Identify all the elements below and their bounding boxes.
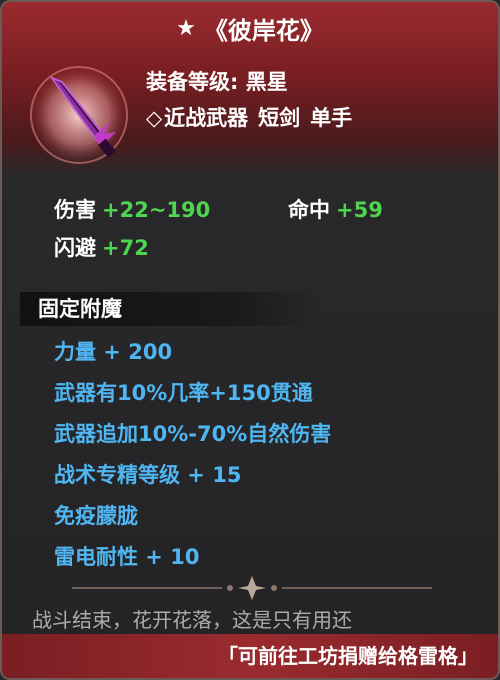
enchant-list: 力量 + 200 武器有10%几率+150贯通 武器追加10%-70%自然伤害 … [54,332,331,578]
purple-dagger-icon [24,60,134,170]
diamond-icon: ◇ [146,106,163,130]
enchant-item: 武器有10%几率+150贯通 [54,381,313,405]
stat-damage-value: +22~190 [102,198,211,222]
stat-damage-label: 伤害 [54,198,96,222]
item-title: ★ 《彼岸花》 [2,8,498,48]
footer-hint: 「可前往工坊捐赠给格雷格」 [218,644,478,668]
flavor-text: 战斗结束，花开花落，这是只有用还 [32,608,352,632]
enchant-item: 雷电耐性 + 10 [54,545,200,569]
star-icon: ★ [176,15,196,41]
enchant-section-title: 固定附魔 [38,297,122,321]
enchant-item: 力量 + 200 [54,340,173,364]
item-meta: 装备等级: 黑星 ◇近战武器 短剑 单手 [146,64,362,136]
enchant-item: 免疫朦胧 [54,504,138,528]
stat-damage: 伤害 +22~190 [54,194,210,224]
type-weapon-kind: 短剑 [258,106,301,130]
type-weapon-class: 近战武器 [164,106,249,130]
stat-evasion-label: 闪避 [54,236,96,260]
item-type: ◇近战武器 短剑 单手 [146,100,362,136]
type-handedness: 单手 [310,106,353,130]
item-name: 《彼岸花》 [203,16,324,45]
equip-level: 装备等级: 黑星 [146,70,288,94]
stat-accuracy-value: +59 [336,198,383,222]
item-tooltip: ★ 《彼岸花》 装备等级: 黑星 ◇近战武器 短剑 单手 伤害 +22~190 … [0,0,500,680]
enchant-item: 武器追加10%-70%自然伤害 [54,422,332,446]
stat-evasion-value: +72 [102,236,149,260]
enchant-item: 战术专精等级 + 15 [54,463,242,487]
ornament-divider [72,576,432,600]
stat-evasion: 闪避 +72 [54,232,149,262]
stat-accuracy: 命中 +59 [288,194,383,224]
stat-accuracy-label: 命中 [288,198,330,222]
